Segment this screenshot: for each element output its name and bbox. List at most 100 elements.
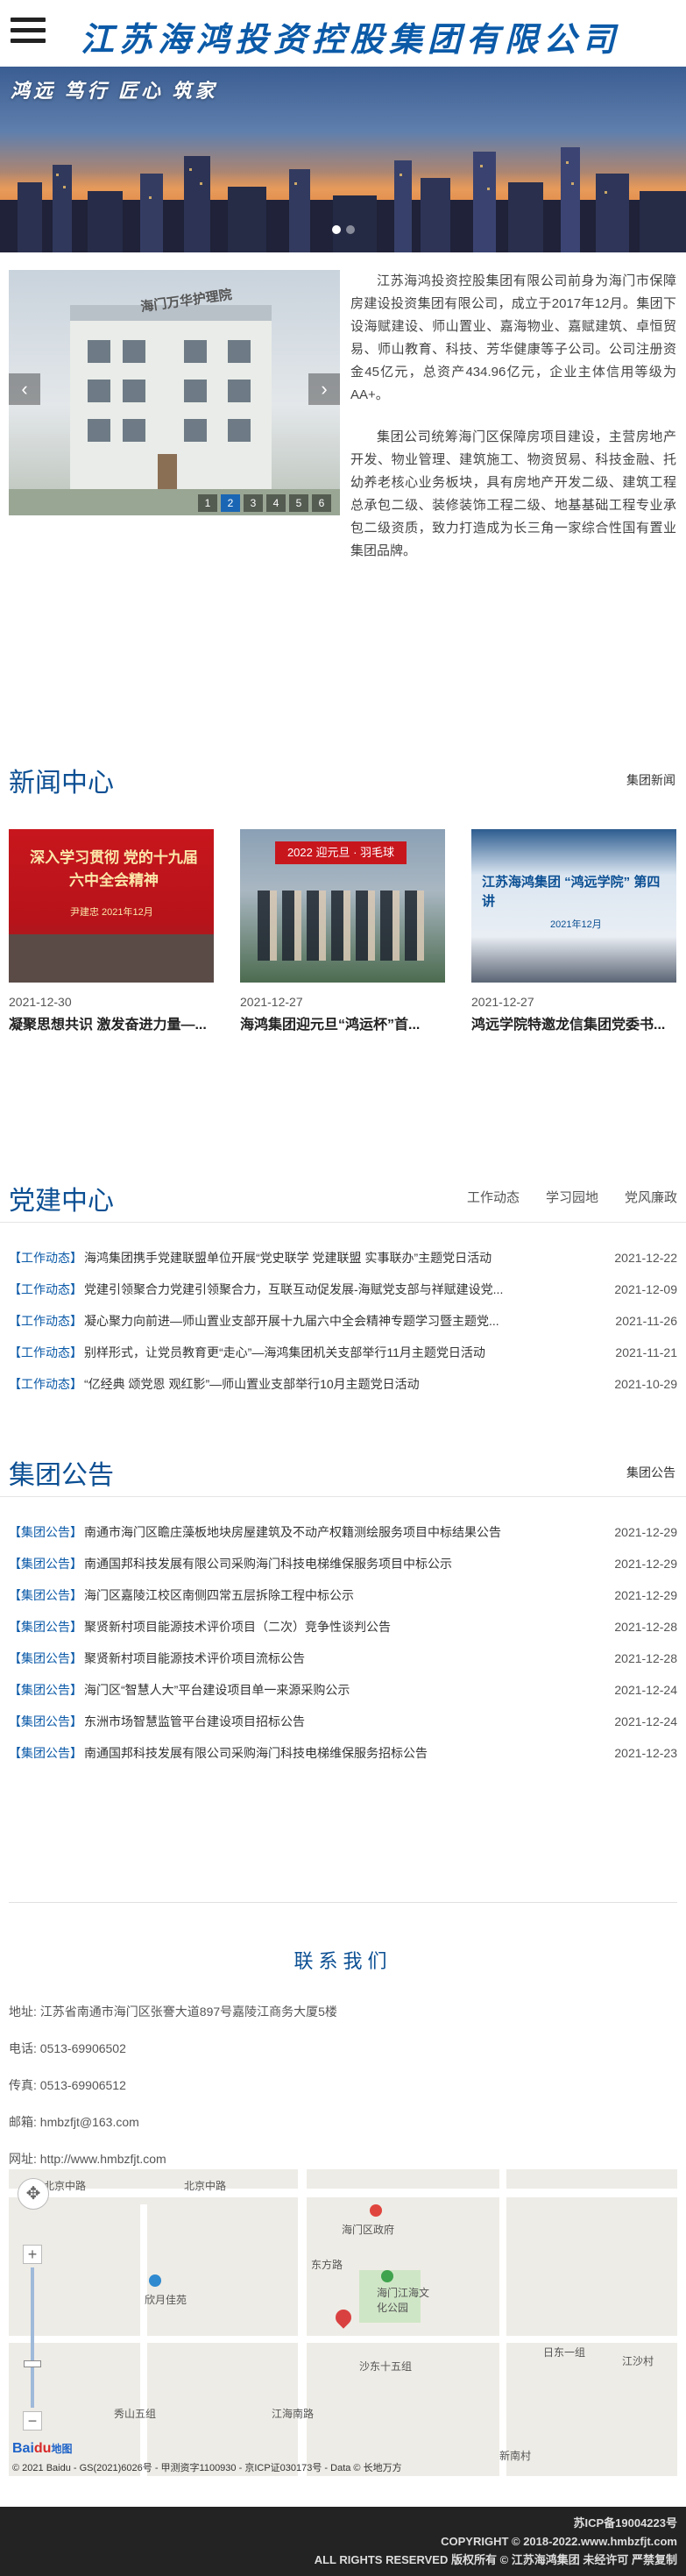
- slider-page[interactable]: 3: [244, 494, 263, 512]
- map-copyright: © 2021 Baidu - GS(2021)6026号 - 甲测资字11009…: [12, 2463, 402, 2473]
- list-item-category: 【集团公告】: [9, 1588, 82, 1602]
- list-item-category: 【集团公告】: [9, 1620, 82, 1634]
- list-item-date: 2021-12-28: [614, 1620, 677, 1634]
- logo-suffix: 地图: [51, 2443, 73, 2455]
- list-item-title: 东洲市场智慧监管平台建设项目招标公告: [84, 1714, 305, 1728]
- list-item-title: 南通市海门区瞻庄藻板地块房屋建筑及不动产权籍测绘服务项目中标结果公告: [84, 1525, 501, 1539]
- list-item[interactable]: 【集团公告】 聚贤新村项目能源技术评价项目流标公告 2021-12-28: [9, 1643, 677, 1674]
- chevron-left-icon[interactable]: ‹: [9, 373, 40, 405]
- news-title: 新闻中心: [9, 769, 114, 798]
- news-card[interactable]: 江苏海鸿集团 “鸿远学院” 第四讲 2021年12月 2021-12-27 鸿远…: [471, 829, 676, 1033]
- slider-page[interactable]: 4: [266, 494, 286, 512]
- list-item[interactable]: 【工作动态】 党建引领聚合力党建引领聚合力，互联互动促发展-海赋党支部与祥赋建设党…: [9, 1274, 677, 1305]
- party-list: 【工作动态】 海鸿集团携手党建联盟单位开展“党史联学 党建联盟 实事联办”主题党日…: [0, 1242, 686, 1400]
- map-label: 东方路: [311, 2259, 343, 2271]
- map-road: [499, 2169, 506, 2476]
- map-label: 秀山五组: [114, 2408, 157, 2420]
- map-poi-park-icon: [381, 2270, 393, 2282]
- slider-page[interactable]: 1: [198, 494, 217, 512]
- about-section: 海门万华护理院 ‹ › 1 2 3 4 5 6 江苏海鸿投资控股集团有限公司前身…: [0, 252, 686, 743]
- map-zoom-slider[interactable]: [31, 2267, 34, 2408]
- list-item-title: 聚贤新村项目能源技术评价项目流标公告: [84, 1651, 305, 1665]
- slider-page[interactable]: 2: [221, 494, 240, 512]
- map-label: 江海南路: [272, 2408, 315, 2420]
- news-cards: 深入学习贯彻 党的十九届六中全会精神 尹建忠 2021年12月 2021-12-…: [0, 805, 686, 1033]
- banner-dot[interactable]: [331, 225, 341, 234]
- list-item[interactable]: 【集团公告】 东洲市场智慧监管平台建设项目招标公告 2021-12-24: [9, 1706, 677, 1737]
- notice-section: 集团公告 集团公告 【集团公告】 南通市海门区瞻庄藻板地块房屋建筑及不动产权籍测绘…: [0, 1436, 686, 1769]
- map-pan-control[interactable]: ✥: [18, 2178, 49, 2210]
- list-item-title: 海门区嘉陵江校区南侧四常五层拆除工程中标公示: [84, 1588, 354, 1602]
- notice-header: 集团公告 集团公告: [0, 1436, 686, 1497]
- list-item[interactable]: 【集团公告】 南通国邦科技发展有限公司采购海门科技电梯维保服务招标公告 2021-1…: [9, 1737, 677, 1769]
- contact-email[interactable]: 邮箱: hmbzfjt@163.com: [9, 2104, 686, 2140]
- list-item-category: 【集团公告】: [9, 1746, 82, 1760]
- logo-text-red: du: [33, 2441, 52, 2456]
- site-footer: 苏ICP备19004223号 COPYRIGHT © 2018-2022.www…: [0, 2507, 686, 2576]
- list-item-category: 【集团公告】: [9, 1525, 82, 1539]
- contact-section: 联系我们 地址: 江苏省南通市海门区张謇大道897号嘉陵江商务大厦5楼 电话: …: [0, 1946, 686, 2476]
- tab-integrity[interactable]: 党风廉政: [625, 1188, 677, 1206]
- map-road: [140, 2204, 147, 2476]
- tab-work-news[interactable]: 工作动态: [467, 1188, 520, 1206]
- list-item[interactable]: 【集团公告】 聚贤新村项目能源技术评价项目（二次）竞争性谈判公告 2021-12-2…: [9, 1611, 677, 1643]
- news-thumb-subtext: 2021年12月: [550, 919, 602, 930]
- map-label: 新南村: [499, 2450, 532, 2462]
- map-road: [9, 2336, 677, 2343]
- map-zoom-in-button[interactable]: +: [23, 2245, 42, 2264]
- footer-copyright: COPYRIGHT © 2018-2022.www.hmbzfjt.com: [441, 2535, 677, 2548]
- news-thumb-text: 江苏海鸿集团 “鸿远学院” 第四讲: [482, 875, 661, 909]
- list-item[interactable]: 【工作动态】 海鸿集团携手党建联盟单位开展“党史联学 党建联盟 实事联办”主题党日…: [9, 1242, 677, 1274]
- list-item-date: 2021-12-24: [614, 1714, 677, 1728]
- list-item[interactable]: 【集团公告】 海门区“智慧人大”平台建设项目单一来源采购公示 2021-12-24: [9, 1674, 677, 1706]
- news-headline: 凝聚思想共识 激发奋进力量—...: [9, 1018, 207, 1033]
- map-marker-icon[interactable]: [332, 2306, 355, 2329]
- slider-page[interactable]: 5: [289, 494, 308, 512]
- news-thumb-people: [258, 891, 428, 961]
- about-image-slider[interactable]: 海门万华护理院 ‹ › 1 2 3 4 5 6: [9, 270, 340, 515]
- news-thumb-stage: [9, 934, 214, 983]
- news-card[interactable]: 2022 迎元旦 · 羽毛球 2021-12-27 海鸿集团迎元旦“鸿运杯”首.…: [240, 829, 445, 1033]
- baidu-map-logo: Baidu地图: [12, 2441, 72, 2457]
- contact-title: 联系我们: [293, 1950, 393, 1972]
- news-thumbnail: 深入学习贯彻 党的十九届六中全会精神 尹建忠 2021年12月: [9, 829, 214, 983]
- baidu-map[interactable]: 北京中路 北京中路 海门区政府 海门江海文化公园 欣月佳苑 沙东十五组 江海南路…: [9, 2169, 677, 2476]
- banner-slogan: 鸿远 笃行 匠心 筑家: [11, 80, 218, 102]
- list-item[interactable]: 【工作动态】 “亿经典 颂党恩 观红影”—师山置业支部举行10月主题党日活动 202…: [9, 1368, 677, 1400]
- list-item[interactable]: 【工作动态】 凝心聚力向前进—师山置业支部开展十九届六中全会精神专题学习暨主题党.…: [9, 1305, 677, 1337]
- list-item[interactable]: 【集团公告】 南通国邦科技发展有限公司采购海门科技电梯维保服务项目中标公示 2021…: [9, 1548, 677, 1579]
- hero-banner[interactable]: 鸿远 笃行 匠心 筑家: [0, 67, 686, 252]
- map-zoom-handle[interactable]: [24, 2360, 41, 2367]
- logo-text: Bai: [12, 2441, 34, 2456]
- map-road: [298, 2169, 307, 2476]
- footer-icp[interactable]: 苏ICP备19004223号: [0, 2514, 677, 2532]
- list-item[interactable]: 【工作动态】 别样形式，让党员教育更“走心”—海鸿集团机关支部举行11月主题党日活…: [9, 1337, 677, 1368]
- list-item-category: 【工作动态】: [9, 1345, 82, 1359]
- list-item-category: 【工作动态】: [9, 1314, 82, 1328]
- party-section: 党建中心 工作动态 学习园地 党风廉政 【工作动态】 海鸿集团携手党建联盟单位开展…: [0, 1161, 686, 1400]
- news-date: 2021-12-27: [240, 995, 303, 1009]
- map-zoom-out-button[interactable]: −: [23, 2411, 42, 2431]
- slider-page[interactable]: 6: [312, 494, 331, 512]
- party-title: 党建中心: [9, 1187, 114, 1216]
- news-headline: 鸿远学院特邀龙信集团党委书...: [471, 1018, 666, 1033]
- menu-icon[interactable]: [11, 18, 46, 47]
- news-card[interactable]: 深入学习贯彻 党的十九届六中全会精神 尹建忠 2021年12月 2021-12-…: [9, 829, 214, 1033]
- list-item-category: 【集团公告】: [9, 1651, 82, 1665]
- list-item[interactable]: 【集团公告】 海门区嘉陵江校区南侧四常五层拆除工程中标公示 2021-12-29: [9, 1579, 677, 1611]
- party-tabs: 工作动态 学习园地 党风廉政: [467, 1188, 677, 1206]
- list-item[interactable]: 【集团公告】 南通市海门区瞻庄藻板地块房屋建筑及不动产权籍测绘服务项目中标结果公告…: [9, 1516, 677, 1548]
- list-item-date: 2021-12-29: [614, 1588, 677, 1602]
- news-more-link[interactable]: 集团新闻: [626, 771, 675, 789]
- list-item-category: 【工作动态】: [9, 1282, 82, 1296]
- contact-fax: 传真: 0513-69906512: [9, 2078, 126, 2092]
- map-road: [9, 2189, 677, 2197]
- list-item-date: 2021-10-29: [614, 1377, 677, 1391]
- banner-dot[interactable]: [345, 225, 355, 234]
- chevron-right-icon[interactable]: ›: [308, 373, 340, 405]
- list-item-category: 【工作动态】: [9, 1377, 82, 1391]
- map-poi-gov-icon: [370, 2204, 382, 2217]
- contact-address: 地址: 江苏省南通市海门区张謇大道897号嘉陵江商务大厦5楼: [9, 2005, 337, 2019]
- notice-more-link[interactable]: 集团公告: [626, 1464, 675, 1481]
- tab-study[interactable]: 学习园地: [546, 1188, 598, 1206]
